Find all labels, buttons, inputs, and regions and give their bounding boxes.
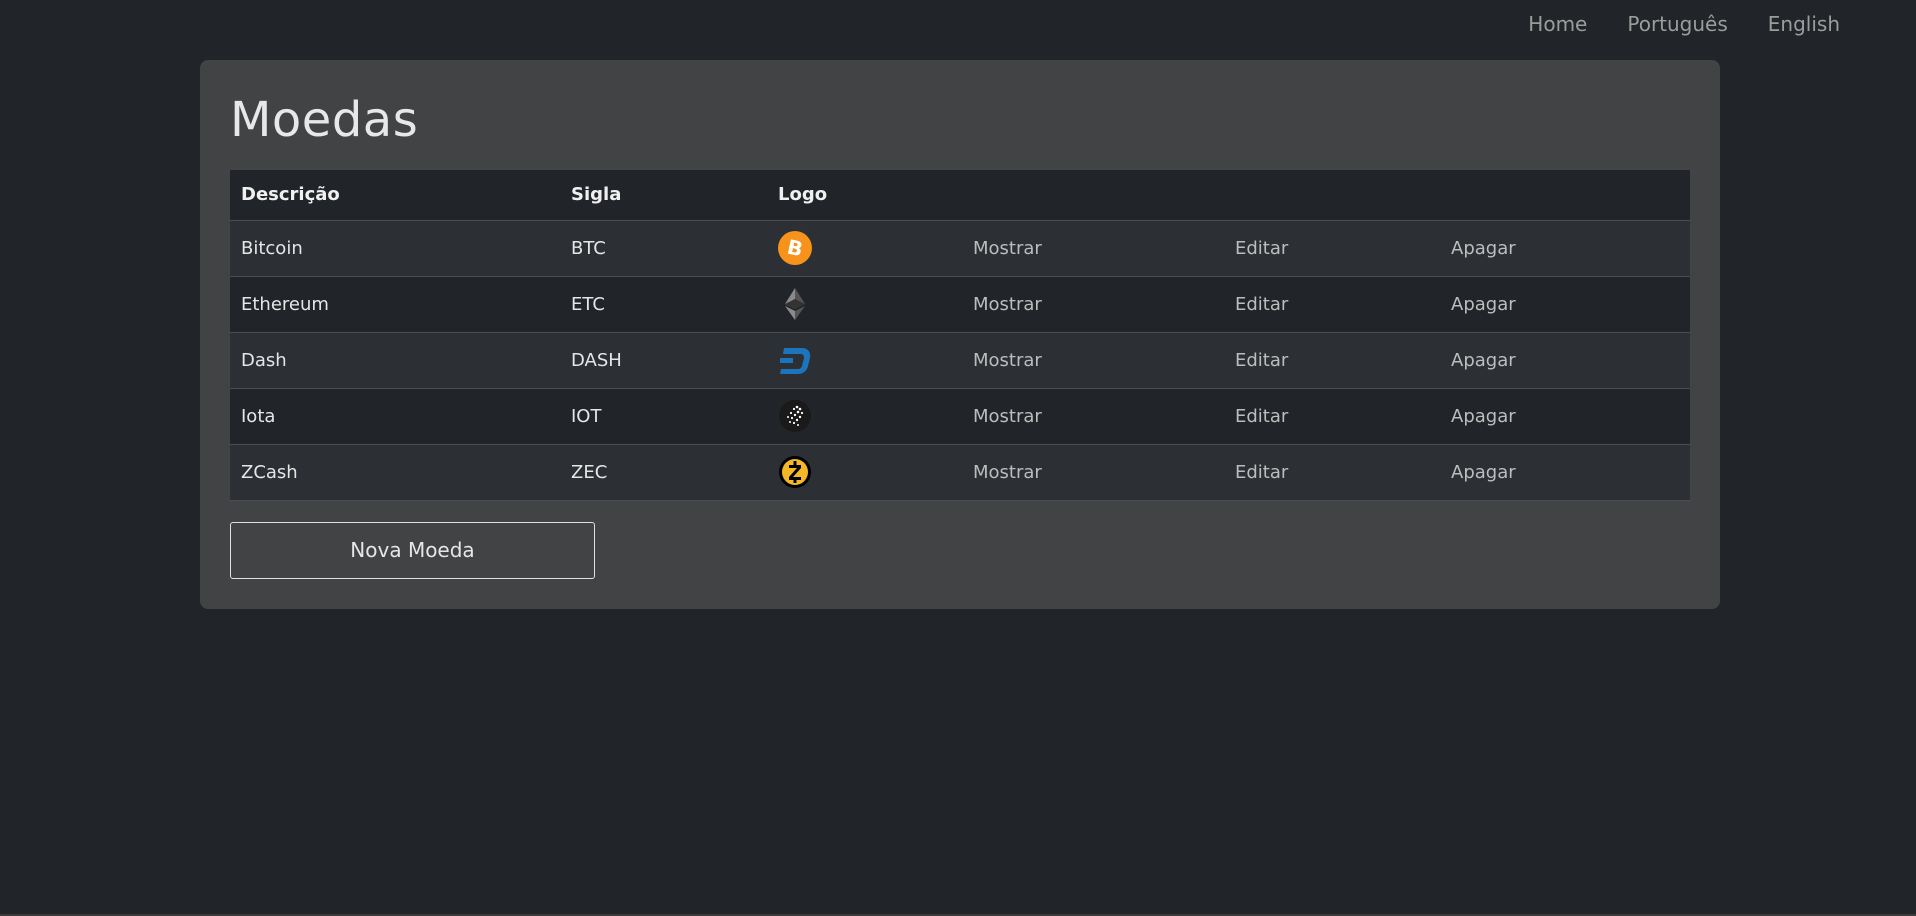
show-link[interactable]: Mostrar — [962, 332, 1224, 389]
edit-link[interactable]: Editar — [1224, 276, 1440, 333]
delete-link[interactable]: Apagar — [1440, 220, 1690, 277]
table-row: Bitcoin BTC B Mostrar Editar Apagar — [230, 220, 1690, 277]
delete-link[interactable]: Apagar — [1440, 276, 1690, 333]
bitcoin-logo: B — [767, 220, 962, 277]
coin-name: Dash — [230, 332, 560, 389]
header-logo: Logo — [767, 170, 962, 221]
coin-name: ZCash — [230, 444, 560, 501]
header-symbol: Sigla — [560, 170, 767, 221]
coins-table: Descrição Sigla Logo Bitcoin BTC B Mostr… — [230, 170, 1690, 501]
nav-portuguese[interactable]: Português — [1627, 12, 1727, 36]
show-link[interactable]: Mostrar — [962, 220, 1224, 277]
table-row: ZCash ZEC Mostrar Editar Apagar — [230, 444, 1690, 501]
dash-logo — [767, 332, 962, 389]
coin-symbol: BTC — [560, 220, 767, 277]
delete-link[interactable]: Apagar — [1440, 388, 1690, 445]
edit-link[interactable]: Editar — [1224, 332, 1440, 389]
table-row: Dash DASH Mostrar Editar Apagar — [230, 332, 1690, 389]
ethereum-logo — [767, 276, 962, 333]
coin-symbol: ZEC — [560, 444, 767, 501]
coin-symbol: ETC — [560, 276, 767, 333]
edit-link[interactable]: Editar — [1224, 388, 1440, 445]
top-nav: Home Português English — [1528, 12, 1840, 36]
table-row: Ethereum ETC Mostrar Editar Apagar — [230, 276, 1690, 333]
delete-link[interactable]: Apagar — [1440, 444, 1690, 501]
nav-english[interactable]: English — [1768, 12, 1840, 36]
coin-name: Bitcoin — [230, 220, 560, 277]
page-title: Moedas — [230, 92, 419, 148]
edit-link[interactable]: Editar — [1224, 444, 1440, 501]
delete-link[interactable]: Apagar — [1440, 332, 1690, 389]
show-link[interactable]: Mostrar — [962, 388, 1224, 445]
show-link[interactable]: Mostrar — [962, 444, 1224, 501]
header-description: Descrição — [230, 170, 560, 221]
coin-name: Iota — [230, 388, 560, 445]
coin-symbol: DASH — [560, 332, 767, 389]
edit-link[interactable]: Editar — [1224, 220, 1440, 277]
coins-card: Moedas Descrição Sigla Logo Bitcoin BTC … — [200, 60, 1720, 609]
nav-home[interactable]: Home — [1528, 12, 1587, 36]
coin-name: Ethereum — [230, 276, 560, 333]
table-row: Iota IOT Mostrar Editar Apagar — [230, 388, 1690, 445]
coin-symbol: IOT — [560, 388, 767, 445]
show-link[interactable]: Mostrar — [962, 276, 1224, 333]
zcash-logo — [767, 444, 962, 501]
iota-logo — [767, 388, 962, 445]
new-coin-button[interactable]: Nova Moeda — [230, 521, 595, 579]
